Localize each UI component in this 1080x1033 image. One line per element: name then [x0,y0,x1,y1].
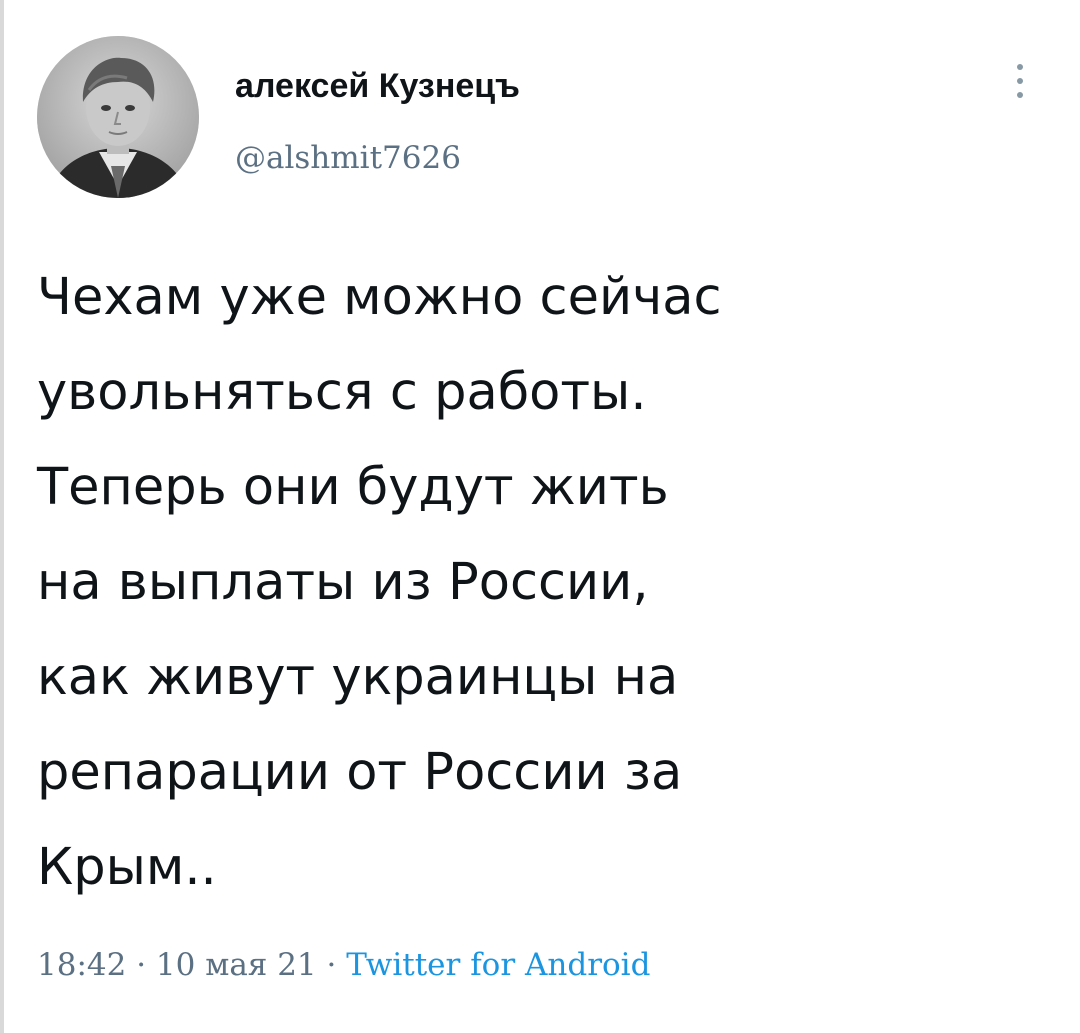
tweet-text-line: репарации от России за [37,743,683,802]
user-avatar-icon [37,36,199,198]
meta-separator: · [126,947,156,983]
tweet-text: Чехам уже можно сейчас увольняться с раб… [37,250,1037,915]
tweet-metadata: 18:42 · 10 мая 21 · Twitter for Android [37,940,650,990]
meta-separator: · [316,947,347,983]
author-display-name[interactable]: алексей Кузнецъ [235,66,520,106]
tweet-card: алексей Кузнецъ @alshmit7626 Чехам уже м… [0,0,1080,1033]
tweet-text-line: увольняться с работы. [37,363,647,422]
author-handle[interactable]: @alshmit7626 [235,138,461,178]
tweet-time[interactable]: 18:42 [37,947,126,983]
more-vertical-icon [1017,92,1023,98]
more-vertical-icon [1017,64,1023,70]
tweet-text-line: как живут украинцы на [37,648,679,707]
avatar[interactable] [37,36,199,198]
more-options-button[interactable] [1005,60,1035,110]
more-vertical-icon [1017,78,1023,84]
tweet-source-link[interactable]: Twitter for Android [346,947,650,983]
tweet-text-line: Чехам уже можно сейчас [37,268,722,327]
tweet-text-line: Теперь они будут жить [37,458,669,517]
tweet-text-line: Крым.. [37,838,217,897]
tweet-text-line: на выплаты из России, [37,553,649,612]
tweet-date[interactable]: 10 мая 21 [156,947,317,983]
